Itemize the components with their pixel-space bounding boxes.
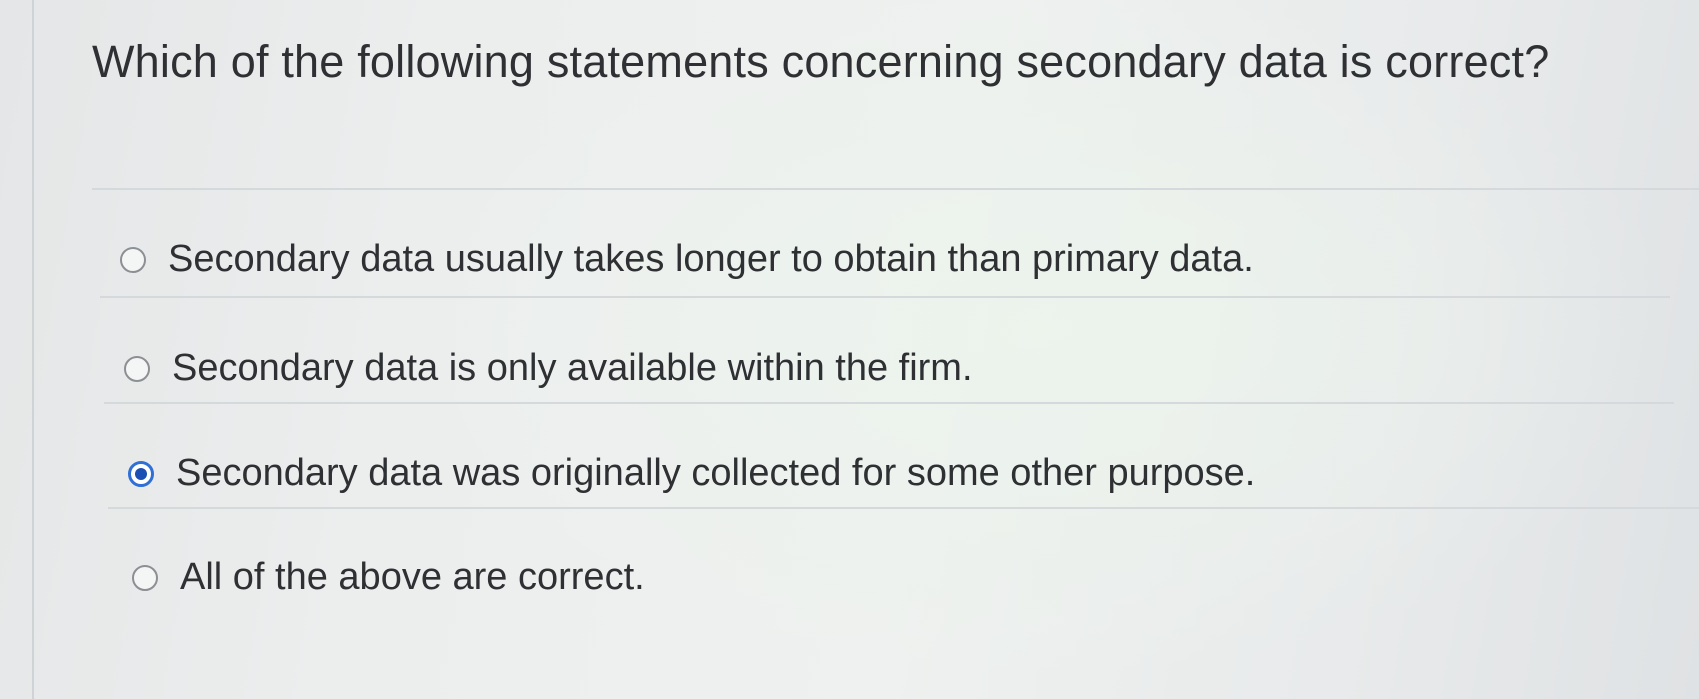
answer-option-1[interactable]: Secondary data usually takes longer to o… [120, 238, 1254, 281]
answer-option-2[interactable]: Secondary data is only available within … [124, 347, 973, 390]
radio-button-option-1[interactable] [120, 246, 146, 273]
answer-option-label: Secondary data is only available within … [172, 347, 973, 389]
answer-option-3[interactable]: Secondary data was originally collected … [128, 452, 1255, 495]
question-text: Which of the following statements concer… [92, 36, 1550, 87]
radio-button-option-2[interactable] [124, 355, 150, 382]
option-divider [92, 188, 1699, 190]
option-divider [100, 296, 1670, 298]
answer-option-label: Secondary data was originally collected … [176, 452, 1256, 494]
answer-option-4[interactable]: All of the above are correct. [132, 556, 645, 599]
radio-button-option-3-selected[interactable] [128, 460, 154, 487]
radio-button-option-4[interactable] [132, 564, 158, 591]
question-panel-border [32, 0, 34, 699]
option-divider [108, 507, 1699, 509]
answer-option-label: Secondary data usually takes longer to o… [168, 238, 1254, 280]
answer-option-label: All of the above are correct. [180, 556, 645, 598]
option-divider [104, 402, 1674, 404]
